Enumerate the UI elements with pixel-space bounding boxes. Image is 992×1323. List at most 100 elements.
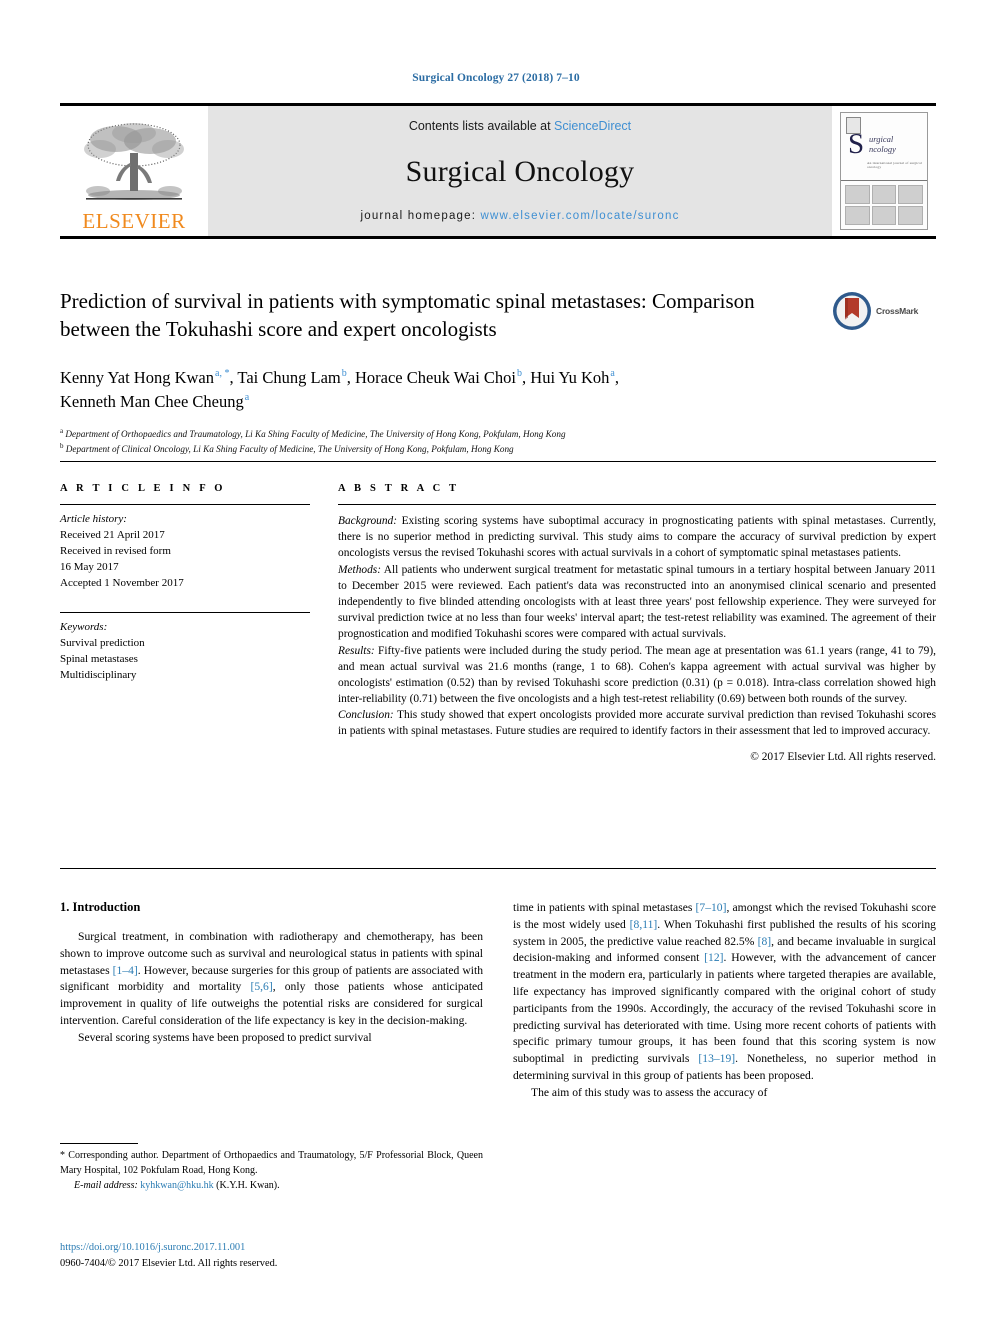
author-5-affiliation-marker[interactable]: a — [245, 392, 249, 403]
keywords-label: Keywords: — [60, 620, 108, 633]
citation-7-10[interactable]: [7–10] — [696, 901, 727, 914]
affiliation-list: a Department of Orthopaedics and Traumat… — [60, 426, 936, 457]
abstract-results-text: Fifty-five patients were included during… — [338, 644, 936, 706]
crossmark-icon — [833, 292, 871, 330]
citation-5-6[interactable]: [5,6] — [251, 980, 273, 993]
journal-homepage-line: journal homepage: www.elsevier.com/locat… — [360, 210, 679, 222]
abstract-results: Results: Fifty-five patients were includ… — [338, 643, 936, 708]
page-title: Prediction of survival in patients with … — [60, 289, 755, 341]
homepage-prefix: journal homepage: — [360, 210, 481, 222]
abstract-conclusion-text: This study showed that expert oncologist… — [338, 709, 936, 738]
abstract-methods: Methods: All patients who underwent surg… — [338, 562, 936, 643]
citation-8-11[interactable]: [8,11] — [630, 918, 658, 931]
author-1: Kenny Yat Hong Kwan — [60, 367, 214, 387]
author-separator: , — [614, 367, 619, 387]
doi-link[interactable]: https://doi.org/10.1016/j.suronc.2017.11… — [60, 1240, 483, 1256]
history-revised-form: Received in revised form — [60, 544, 171, 557]
citation-1-4[interactable]: [1–4] — [113, 964, 138, 977]
footnote-rule — [60, 1143, 138, 1144]
affiliation-b-marker: b — [60, 442, 64, 450]
history-revised-date: 16 May 2017 — [60, 560, 119, 573]
doi-copyright-region: https://doi.org/10.1016/j.suronc.2017.11… — [60, 1240, 483, 1271]
intro-paragraph-2-continued: time in patients with spinal metastases … — [513, 900, 936, 1085]
keyword-1: Survival prediction — [60, 636, 145, 649]
intro-paragraph-2: Several scoring systems have been propos… — [78, 1030, 372, 1044]
affiliation-b-text: Department of Clinical Oncology, Li Ka S… — [65, 444, 514, 455]
cover-image-4 — [845, 205, 870, 225]
email-note: E-mail address: kyhkwan@hku.hk (K.Y.H. K… — [60, 1179, 483, 1194]
affiliation-a-marker: a — [60, 426, 64, 435]
divider-above-abstract — [60, 461, 936, 462]
sciencedirect-link[interactable]: ScienceDirect — [554, 119, 631, 133]
author-5: Kenneth Man Chee Cheung — [60, 391, 244, 411]
citation-8[interactable]: [8] — [758, 935, 772, 948]
abstract-methods-text: All patients who underwent surgical trea… — [338, 563, 936, 641]
article-info-spacer — [60, 592, 338, 612]
author-3: , Horace Cheuk Wai Choi — [346, 367, 517, 387]
affiliation-b: b Department of Clinical Oncology, Li Ka… — [60, 441, 936, 456]
elsevier-tree-icon — [84, 123, 184, 200]
citation-13-19[interactable]: [13–19] — [698, 1052, 735, 1065]
abstract-conclusion: Conclusion: This study showed that exper… — [338, 707, 936, 739]
affiliation-a-text: Department of Orthopaedics and Traumatol… — [65, 428, 566, 439]
intro-paragraph-1: Surgical treatment, in combination with … — [60, 929, 483, 1030]
abstract-background-text: Existing scoring systems have suboptimal… — [338, 515, 936, 560]
keyword-3: Multidisciplinary — [60, 668, 137, 681]
email-owner: (K.Y.H. Kwan). — [213, 1180, 280, 1191]
intro-paragraph-3: The aim of this study was to assess the … — [531, 1085, 768, 1099]
history-accepted: Accepted 1 November 2017 — [60, 576, 184, 589]
affiliation-a: a Department of Orthopaedics and Traumat… — [60, 426, 936, 441]
cover-top-half: S urgical ncology An international journa… — [841, 113, 927, 182]
divider-below-abstract — [60, 868, 936, 869]
abstract-conclusion-label: Conclusion: — [338, 709, 394, 722]
footnote-region: * Corresponding author. Department of Or… — [60, 1143, 483, 1194]
author-list: Kenny Yat Hong Kwana, *, Tai Chung Lamb,… — [60, 366, 936, 414]
abstract-methods-label: Methods: — [338, 563, 382, 576]
abstract-results-label: Results: — [338, 644, 375, 657]
contents-prefix: Contents lists available at — [408, 119, 555, 133]
cover-image-5 — [871, 205, 897, 225]
article-info-rule-top — [60, 504, 310, 505]
body-columns: 1. Introduction Surgical treatment, in c… — [60, 900, 936, 1102]
journal-homepage-link[interactable]: www.elsevier.com/locate/suronc — [481, 210, 680, 222]
article-info-rule-bottom — [60, 611, 310, 613]
cover-image-3 — [898, 184, 923, 204]
article-info-column: A R T I C L E I N F O Article history: R… — [60, 483, 338, 763]
crossmark-badge[interactable]: CrossMark — [832, 290, 936, 332]
elsevier-wordmark: ELSEVIER — [82, 209, 186, 233]
intro-p2-part1: time in patients with spinal metastases — [513, 901, 696, 914]
body-column-left: 1. Introduction Surgical treatment, in c… — [60, 900, 483, 1102]
cover-tagline: An international journal of surgical onc… — [867, 161, 922, 169]
cover-image-2 — [871, 184, 897, 204]
journal-masthead: ELSEVIER Contents lists available at Sci… — [60, 103, 936, 239]
email-label: E-mail address: — [74, 1180, 138, 1191]
abstract-heading: A B S T R A C T — [338, 483, 460, 494]
article-info-heading: A R T I C L E I N F O — [60, 483, 226, 494]
article-history-label: Article history: — [60, 513, 127, 525]
abstract-copyright: © 2017 Elsevier Ltd. All rights reserved… — [750, 750, 936, 763]
abstract-rule — [338, 504, 936, 505]
info-abstract-region: A R T I C L E I N F O Article history: R… — [60, 483, 936, 763]
abstract-background-label: Background: — [338, 515, 398, 527]
running-head: Surgical Oncology 27 (2018) 7–10 — [412, 72, 580, 84]
email-link[interactable]: kyhkwan@hku.hk — [138, 1180, 213, 1191]
author-1-affiliation-marker[interactable]: a, * — [215, 368, 229, 379]
article-page: Surgical Oncology 27 (2018) 7–10 ELSEVIE… — [0, 0, 992, 1323]
keyword-2: Spinal metastases — [60, 652, 138, 665]
journal-cover-cell: S urgical ncology An international journa… — [832, 106, 936, 236]
cover-image-6 — [898, 205, 923, 225]
abstract-column: A B S T R A C T Background: Existing sco… — [338, 483, 936, 763]
body-column-right: time in patients with spinal metastases … — [513, 900, 936, 1102]
author-2: , Tai Chung Lam — [229, 367, 341, 387]
issn-copyright: 0960-7404/© 2017 Elsevier Ltd. All right… — [60, 1257, 278, 1269]
citation-12[interactable]: [12] — [704, 951, 723, 964]
corresponding-author-text: Corresponding author. Department of Orth… — [60, 1150, 483, 1176]
author-4: , Hui Yu Koh — [522, 367, 610, 387]
contents-list-line: Contents lists available at ScienceDirec… — [409, 119, 631, 133]
title-block: CrossMark Prediction of survival in pati… — [60, 288, 936, 456]
history-received: Received 21 April 2017 — [60, 528, 165, 541]
journal-cover-thumbnail: S urgical ncology An international journa… — [840, 112, 928, 230]
section-heading-introduction: 1. Introduction — [60, 900, 141, 914]
crossmark-label: CrossMark — [876, 306, 919, 316]
elsevier-logo: ELSEVIER — [60, 106, 208, 236]
